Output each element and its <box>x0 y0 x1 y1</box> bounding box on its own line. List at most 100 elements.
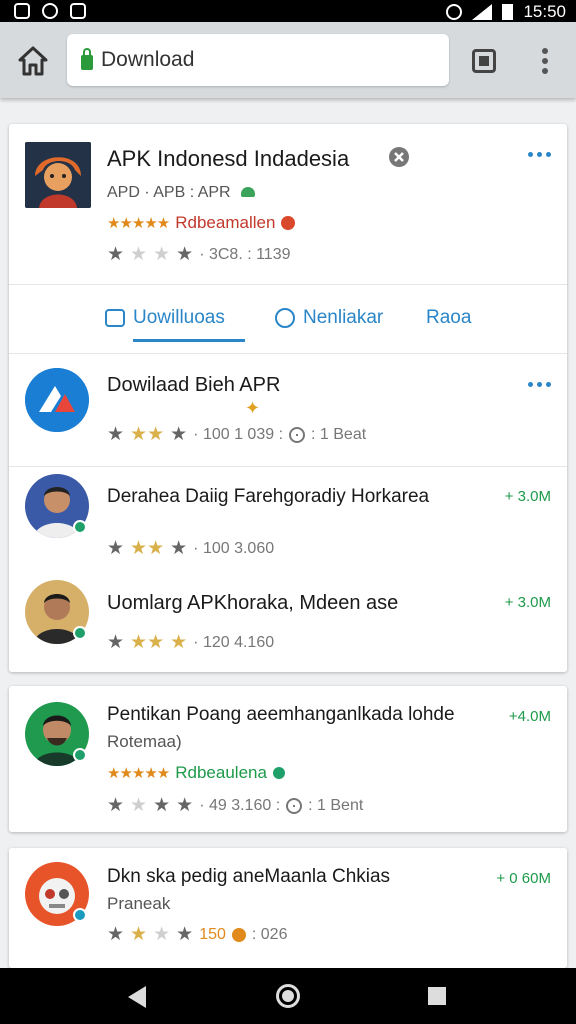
alarm-icon <box>446 4 463 20</box>
star-icon: ★ <box>176 924 194 945</box>
rating-stars: ★★★★★ <box>107 765 170 782</box>
app-title: Dkn ska pedig aneMaanla Chkias <box>107 866 391 887</box>
app-notification-icon <box>70 3 86 19</box>
extra-text: : 1 Beat <box>311 425 367 443</box>
star-icon: ★ <box>107 632 125 653</box>
back-icon[interactable] <box>128 986 146 1008</box>
verified-icon <box>73 520 87 534</box>
rating-label: Rdbeaulena <box>175 763 267 782</box>
signal-icon <box>472 4 493 20</box>
rating-label: Rdbeamallen <box>175 213 276 232</box>
lock-icon <box>81 47 93 70</box>
app-size: +4.0M <box>508 708 551 725</box>
star-icon: ★ <box>107 924 125 945</box>
app-icon <box>25 142 91 208</box>
clock-icon <box>289 426 306 443</box>
star-icon: ★ <box>153 244 171 265</box>
gallery-icon <box>14 3 30 19</box>
close-icon[interactable] <box>388 146 410 168</box>
star-icon: ★★ <box>130 538 165 559</box>
notification-icons <box>14 3 86 19</box>
stats-num: 150 <box>199 925 226 943</box>
tab-label: Nenliakar <box>303 307 384 328</box>
stats-text: · 100 3.060 <box>193 539 275 557</box>
recent-apps-icon[interactable] <box>428 987 446 1005</box>
tab-more[interactable]: Raoa <box>426 307 471 329</box>
list-item[interactable]: Uomlarg APKhoraka, Mdeen ase + 3.0M ★ ★★… <box>9 572 567 672</box>
browser-toolbar: Download <box>0 22 576 98</box>
tab-downloads[interactable]: Uowilluoas <box>105 307 225 329</box>
extra-text: : 1 Bent <box>308 796 364 814</box>
verified-icon <box>73 626 87 640</box>
app-size: + 3.0M <box>504 488 551 505</box>
coin-icon <box>231 927 246 942</box>
list-item[interactable]: Derahea Daiig Farehgoradiy Horkarea + 3.… <box>9 466 567 572</box>
featured-stats: ★ ★ ★ ★ · 3C8. : 1139 <box>107 245 291 264</box>
more-options-icon[interactable] <box>528 152 551 157</box>
app-size: + 0 60M <box>496 870 551 887</box>
stats-text: : 026 <box>251 925 288 943</box>
home-circle-icon[interactable] <box>276 984 300 1008</box>
app-size: + 3.0M <box>504 594 551 611</box>
star-icon: ★ <box>170 632 188 653</box>
app-subtitle: Rotemaa) <box>107 732 182 751</box>
star-icon: ★ <box>107 424 125 445</box>
battery-icon <box>502 4 514 20</box>
download-icon <box>105 309 125 327</box>
app-list-card: APK Indonesd Indadesia APD · APB : APR ★… <box>9 124 567 672</box>
app-stats: ★ ★★ ★ · 120 4.160 <box>107 633 274 652</box>
app-stats: ★ ★ ★ ★ 150 : 026 <box>107 925 287 944</box>
star-icon: ★ <box>107 795 125 816</box>
url-bar[interactable]: Download <box>67 34 449 86</box>
sparkle-icon: ✦ <box>245 398 261 418</box>
star-icon: ★ <box>170 424 188 445</box>
overflow-menu-icon[interactable] <box>535 48 555 74</box>
star-icon: ★★ <box>130 632 165 653</box>
tab-search[interactable]: Nenliakar <box>275 307 383 329</box>
star-icon: ★ <box>176 244 194 265</box>
list-item[interactable]: Dowilaad Bieh APR ✦ ★ ★★ ★ · 100 1 039 :… <box>9 354 567 466</box>
verified-icon <box>272 767 285 779</box>
tab-switcher-icon[interactable] <box>472 49 496 73</box>
featured-app-subtitle: APD · APB : APR <box>107 184 256 202</box>
star-icon: ★ <box>153 924 171 945</box>
app-card[interactable]: Pentikan Poang aeemhanganlkada lohde +4.… <box>9 686 567 832</box>
app-subtitle: Praneak <box>107 894 171 913</box>
home-icon[interactable] <box>16 44 50 78</box>
star-icon: ★ <box>130 244 148 265</box>
url-text: Download <box>101 48 195 71</box>
status-time: 15:50 <box>523 2 566 21</box>
tab-label: Raoa <box>426 307 472 328</box>
featured-rating: ★★★★★ Rdbeamallen <box>107 213 296 233</box>
star-icon: ★ <box>130 795 148 816</box>
app-stats: ★ ★★ ★ · 100 3.060 <box>107 539 274 558</box>
android-icon <box>241 187 256 197</box>
star-icon: ★ <box>107 244 125 265</box>
subtitle-text: APD · APB : APR <box>107 184 231 201</box>
verified-icon <box>73 748 87 762</box>
rating-stars: ★★★★★ <box>107 215 170 232</box>
verified-icon <box>73 908 87 922</box>
app-title: Pentikan Poang aeemhanganlkada lohde <box>107 704 455 725</box>
app-card[interactable]: Dkn ska pedig aneMaanla Chkias + 0 60M P… <box>9 848 567 968</box>
logo-icon <box>25 368 89 432</box>
featured-app[interactable]: APK Indonesd Indadesia APD · APB : APR ★… <box>9 124 567 284</box>
avatar-illustration-icon <box>25 142 91 208</box>
app-icon <box>25 368 89 432</box>
star-icon: ★ <box>153 795 171 816</box>
more-options-icon[interactable] <box>528 382 551 387</box>
stats-text: · 49 3.160 : <box>199 796 281 814</box>
status-bar: 15:50 <box>0 0 576 22</box>
app-rating: ★★★★★ Rdbeaulena <box>107 763 285 783</box>
stats-text: · 120 4.160 <box>193 633 275 651</box>
app-stats: ★ ★★ ★ · 100 1 039 : : 1 Beat <box>107 425 366 444</box>
system-icons: 15:50 <box>446 2 566 22</box>
active-tab-indicator <box>133 339 245 342</box>
app-title: Uomlarg APKhoraka, Mdeen ase <box>107 592 399 614</box>
tab-label: Uowilluoas <box>133 307 225 328</box>
star-icon: ★ <box>107 538 125 559</box>
stats-text: · 100 1 039 : <box>193 425 284 443</box>
star-icon: ★ <box>130 924 148 945</box>
tab-strip: Uowilluoas Nenliakar Raoa <box>9 284 567 354</box>
notification-icon <box>42 3 58 19</box>
